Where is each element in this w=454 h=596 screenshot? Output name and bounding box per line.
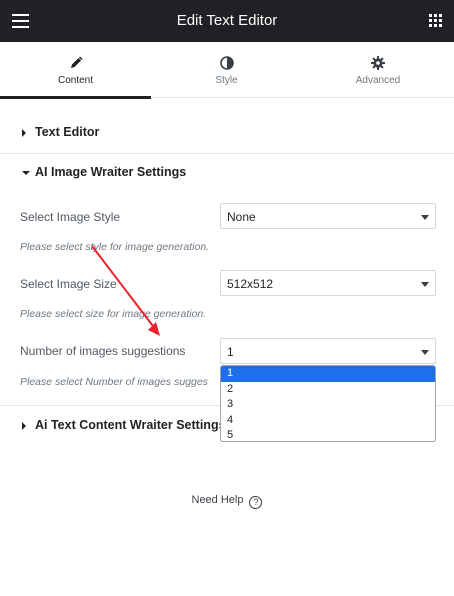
image-style-hint: Please select style for image generation… bbox=[20, 241, 210, 253]
dropdown-option[interactable]: 5 bbox=[221, 428, 435, 441]
section-title: AI Image Wraiter Settings bbox=[35, 165, 187, 179]
image-count-label: Number of images suggestions bbox=[20, 344, 186, 358]
dropdown-option[interactable]: 4 bbox=[221, 413, 435, 429]
question-circle-icon: ? bbox=[249, 496, 263, 509]
caret-right-icon bbox=[22, 129, 26, 137]
need-help-label: Need Help bbox=[191, 494, 244, 506]
dropdown-option[interactable]: 3 bbox=[221, 397, 435, 413]
panel-title: Edit Text Editor bbox=[176, 12, 278, 29]
dropdown-option[interactable]: 2 bbox=[221, 382, 435, 398]
chevron-down-icon bbox=[421, 215, 429, 220]
image-style-select[interactable]: None bbox=[220, 203, 436, 229]
tab-advanced-label: Advanced bbox=[355, 75, 401, 86]
section-title: Ai Text Content Wraiter Settings bbox=[35, 418, 226, 432]
tab-content[interactable]: Content bbox=[0, 42, 151, 99]
tab-content-label: Content bbox=[57, 75, 94, 86]
tab-style-label: Style bbox=[215, 75, 238, 86]
need-help-link[interactable]: Need Help? bbox=[0, 494, 454, 509]
image-size-label: Select Image Size bbox=[20, 277, 117, 291]
caret-down-icon bbox=[22, 171, 30, 175]
image-style-value: None bbox=[227, 210, 256, 224]
image-style-label: Select Image Style bbox=[20, 210, 121, 224]
gear-icon bbox=[302, 55, 454, 71]
image-size-hint: Please select size for image generation. bbox=[20, 308, 207, 320]
section-title: Text Editor bbox=[35, 125, 100, 139]
section-ai-image[interactable]: AI Image Wraiter Settings bbox=[0, 145, 454, 201]
tab-style[interactable]: Style bbox=[151, 42, 302, 98]
grid-icon[interactable] bbox=[429, 14, 443, 28]
chevron-down-icon bbox=[421, 350, 429, 355]
caret-right-icon bbox=[22, 422, 26, 430]
tab-bar: Content Style Advanced bbox=[0, 42, 454, 99]
image-count-value: 1 bbox=[227, 345, 234, 359]
tab-advanced[interactable]: Advanced bbox=[302, 42, 454, 98]
dropdown-option[interactable]: 1 bbox=[221, 366, 435, 382]
image-size-select[interactable]: 512x512 bbox=[220, 270, 436, 296]
image-count-dropdown: 1 2 3 4 5 bbox=[220, 365, 436, 442]
image-count-hint: Please select Number of images sugges bbox=[20, 376, 208, 388]
chevron-down-icon bbox=[421, 282, 429, 287]
half-circle-icon bbox=[151, 55, 302, 71]
image-count-select[interactable]: 1 bbox=[220, 338, 436, 364]
panel-header: Edit Text Editor bbox=[0, 0, 454, 42]
pencil-icon bbox=[0, 55, 151, 71]
image-size-value: 512x512 bbox=[227, 277, 274, 291]
